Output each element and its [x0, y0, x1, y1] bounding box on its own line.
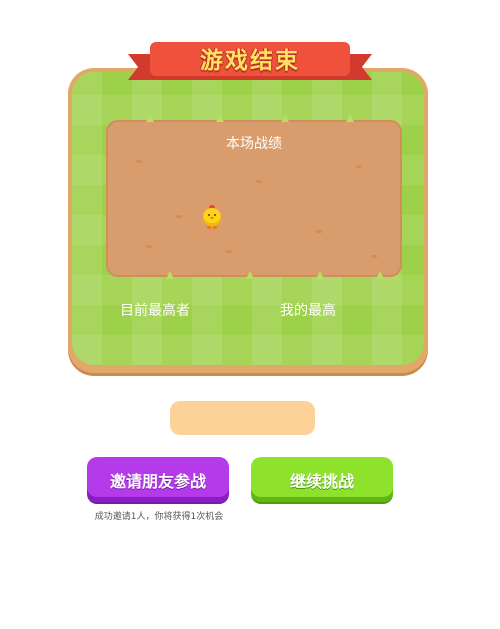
- stats-field: 本场战绩: [106, 114, 402, 279]
- chick-icon: [202, 205, 222, 229]
- stats-title: 本场战绩: [226, 136, 282, 152]
- invite-friends-button[interactable]: 邀请朋友参战: [87, 457, 229, 502]
- continue-challenge-button[interactable]: 继续挑战: [251, 457, 393, 502]
- grass-panel: 本场战绩 目前最高者 我的最高: [72, 72, 424, 365]
- result-board: 本场战绩 目前最高者 我的最高: [68, 68, 428, 373]
- top-scorer-label: 目前最高者: [120, 303, 190, 319]
- my-best-label: 我的最高: [280, 303, 336, 319]
- game-over-title: 游戏结束: [200, 48, 300, 74]
- ribbon-banner: 游戏结束: [150, 42, 350, 80]
- invite-hint-text: 成功邀请1人，你将获得1次机会: [94, 512, 224, 522]
- score-display: [170, 401, 315, 435]
- title-ribbon: 游戏结束: [128, 40, 372, 88]
